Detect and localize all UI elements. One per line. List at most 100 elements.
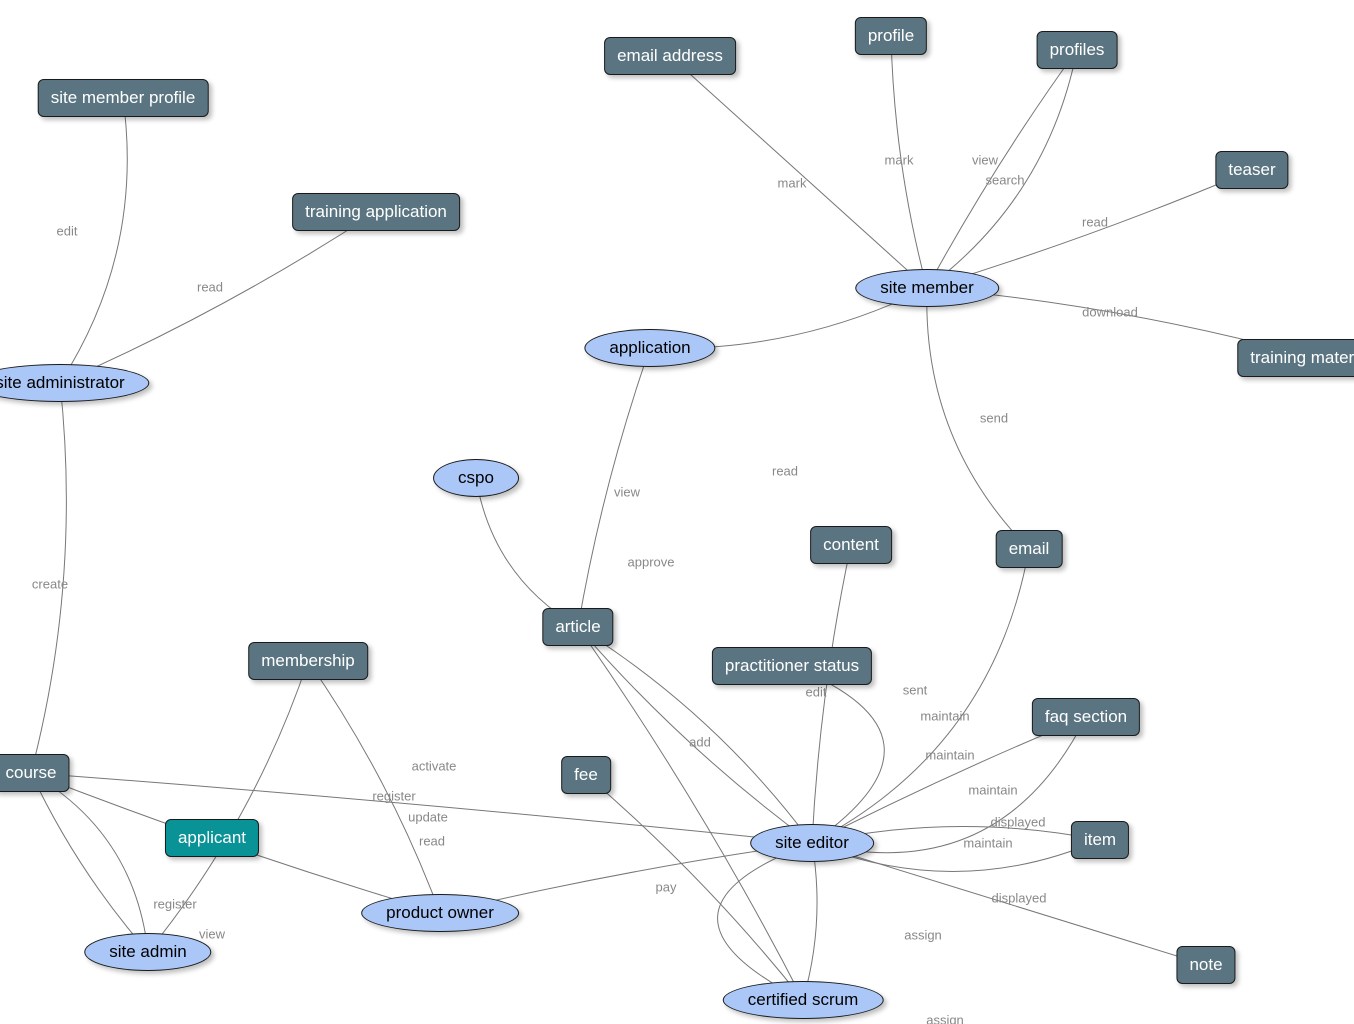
edge-label: add xyxy=(689,735,711,750)
edge-label: mark xyxy=(885,153,914,168)
edge-label: edit xyxy=(806,685,827,700)
node-label: site admin xyxy=(109,942,186,961)
edge-label: download xyxy=(1082,305,1138,320)
edge-certified-scrum-fee xyxy=(586,775,803,1000)
edge-label: send xyxy=(980,411,1008,426)
edge-label: activate xyxy=(412,759,457,774)
node-email[interactable]: email xyxy=(996,530,1063,568)
edge-site-editor-certified-scrum xyxy=(803,843,817,1000)
node-training-application[interactable]: training application xyxy=(292,193,460,231)
node-profile[interactable]: profile xyxy=(855,17,927,55)
node-label: email xyxy=(1009,539,1050,558)
edge-site-member-teaser xyxy=(927,170,1252,288)
edge-site-member-profiles xyxy=(927,50,1077,288)
graph-edges xyxy=(0,0,1354,1024)
node-label: membership xyxy=(261,651,355,670)
node-label: site editor xyxy=(775,833,849,852)
node-label: applicant xyxy=(178,828,246,847)
node-label: content xyxy=(823,535,879,554)
node-label: profiles xyxy=(1050,40,1105,59)
edge-label: maintain xyxy=(920,709,969,724)
edge-product-owner-membership xyxy=(308,661,440,913)
edge-label: view xyxy=(614,485,640,500)
edge-site-member-email xyxy=(927,288,1029,549)
node-product-owner[interactable]: product owner xyxy=(361,894,519,932)
node-label: item xyxy=(1084,830,1116,849)
node-label: note xyxy=(1189,955,1222,974)
edge-label: displayed xyxy=(992,891,1047,906)
edge-site-editor-course xyxy=(31,773,812,843)
edge-label: maintain xyxy=(968,783,1017,798)
edge-label: pay xyxy=(656,880,677,895)
node-label: product owner xyxy=(386,903,494,922)
edge-site-editor-practitioner-status xyxy=(792,666,884,843)
node-label: site member profile xyxy=(51,88,196,107)
edge-label: mark xyxy=(778,176,807,191)
edge-site-admin-course xyxy=(31,773,148,952)
edge-site-editor-email xyxy=(812,549,1029,843)
node-site-admin[interactable]: site admin xyxy=(84,933,211,971)
edge-label: view xyxy=(199,927,225,942)
node-application[interactable]: application xyxy=(584,329,715,367)
edge-label: assign xyxy=(926,1013,964,1024)
node-site-member-profile[interactable]: site member profile xyxy=(38,79,209,117)
edge-label: create xyxy=(32,577,68,592)
edge-label: maintain xyxy=(963,836,1012,851)
node-email-address[interactable]: email address xyxy=(604,37,736,75)
edge-site-member-profiles xyxy=(927,50,1077,288)
edge-label: read xyxy=(1082,215,1108,230)
node-profiles[interactable]: profiles xyxy=(1037,31,1118,69)
edge-label: register xyxy=(153,897,196,912)
node-label: cspo xyxy=(458,468,494,487)
node-label: site administrator xyxy=(0,373,125,392)
node-faq-section[interactable]: faq section xyxy=(1032,698,1140,736)
node-article[interactable]: article xyxy=(542,608,613,646)
node-site-editor[interactable]: site editor xyxy=(750,824,874,862)
edge-site-member-email-address xyxy=(670,56,927,288)
node-label: teaser xyxy=(1228,160,1275,179)
edge-site-editor-content xyxy=(812,545,851,843)
node-item[interactable]: item xyxy=(1071,821,1129,859)
node-cspo[interactable]: cspo xyxy=(433,459,519,497)
edge-label: update xyxy=(408,810,448,825)
node-label: faq section xyxy=(1045,707,1127,726)
node-label: site member xyxy=(880,278,974,297)
edge-label: approve xyxy=(628,555,675,570)
edge-cspo-article xyxy=(476,478,578,627)
node-note[interactable]: note xyxy=(1176,946,1235,984)
edge-site-admin-course xyxy=(31,773,148,952)
node-label: fee xyxy=(574,765,598,784)
edge-label: register xyxy=(372,789,415,804)
edge-site-administrator-course xyxy=(31,383,66,773)
edge-label: assign xyxy=(904,928,942,943)
edge-label: read xyxy=(197,280,223,295)
edge-site-administrator-training-application xyxy=(60,212,376,383)
edge-site-editor-certified-scrum xyxy=(718,843,812,1000)
node-label: email address xyxy=(617,46,723,65)
edge-label: displayed xyxy=(991,815,1046,830)
node-training-materials[interactable]: training materials xyxy=(1237,339,1354,377)
edge-label: search xyxy=(985,173,1024,188)
node-label: course xyxy=(5,763,56,782)
node-label: certified scrum xyxy=(748,990,859,1009)
node-fee[interactable]: fee xyxy=(561,756,611,794)
node-teaser[interactable]: teaser xyxy=(1215,151,1288,189)
node-site-member[interactable]: site member xyxy=(855,269,999,307)
edge-label: view xyxy=(972,153,998,168)
edge-application-article xyxy=(578,348,650,627)
node-label: article xyxy=(555,617,600,636)
node-site-administrator[interactable]: site administrator xyxy=(0,364,150,402)
edge-label: read xyxy=(419,834,445,849)
node-label: profile xyxy=(868,26,914,45)
node-membership[interactable]: membership xyxy=(248,642,368,680)
edge-label: sent xyxy=(903,683,928,698)
node-certified-scrum[interactable]: certified scrum xyxy=(723,981,884,1019)
edge-site-administrator-site-member-profile xyxy=(60,98,127,383)
node-label: practitioner status xyxy=(725,656,859,675)
node-course[interactable]: course xyxy=(0,754,70,792)
node-practitioner-status[interactable]: practitioner status xyxy=(712,647,872,685)
node-applicant[interactable]: applicant xyxy=(165,819,259,857)
edge-label: read xyxy=(772,464,798,479)
node-content[interactable]: content xyxy=(810,526,892,564)
edge-site-admin-membership xyxy=(148,661,308,952)
